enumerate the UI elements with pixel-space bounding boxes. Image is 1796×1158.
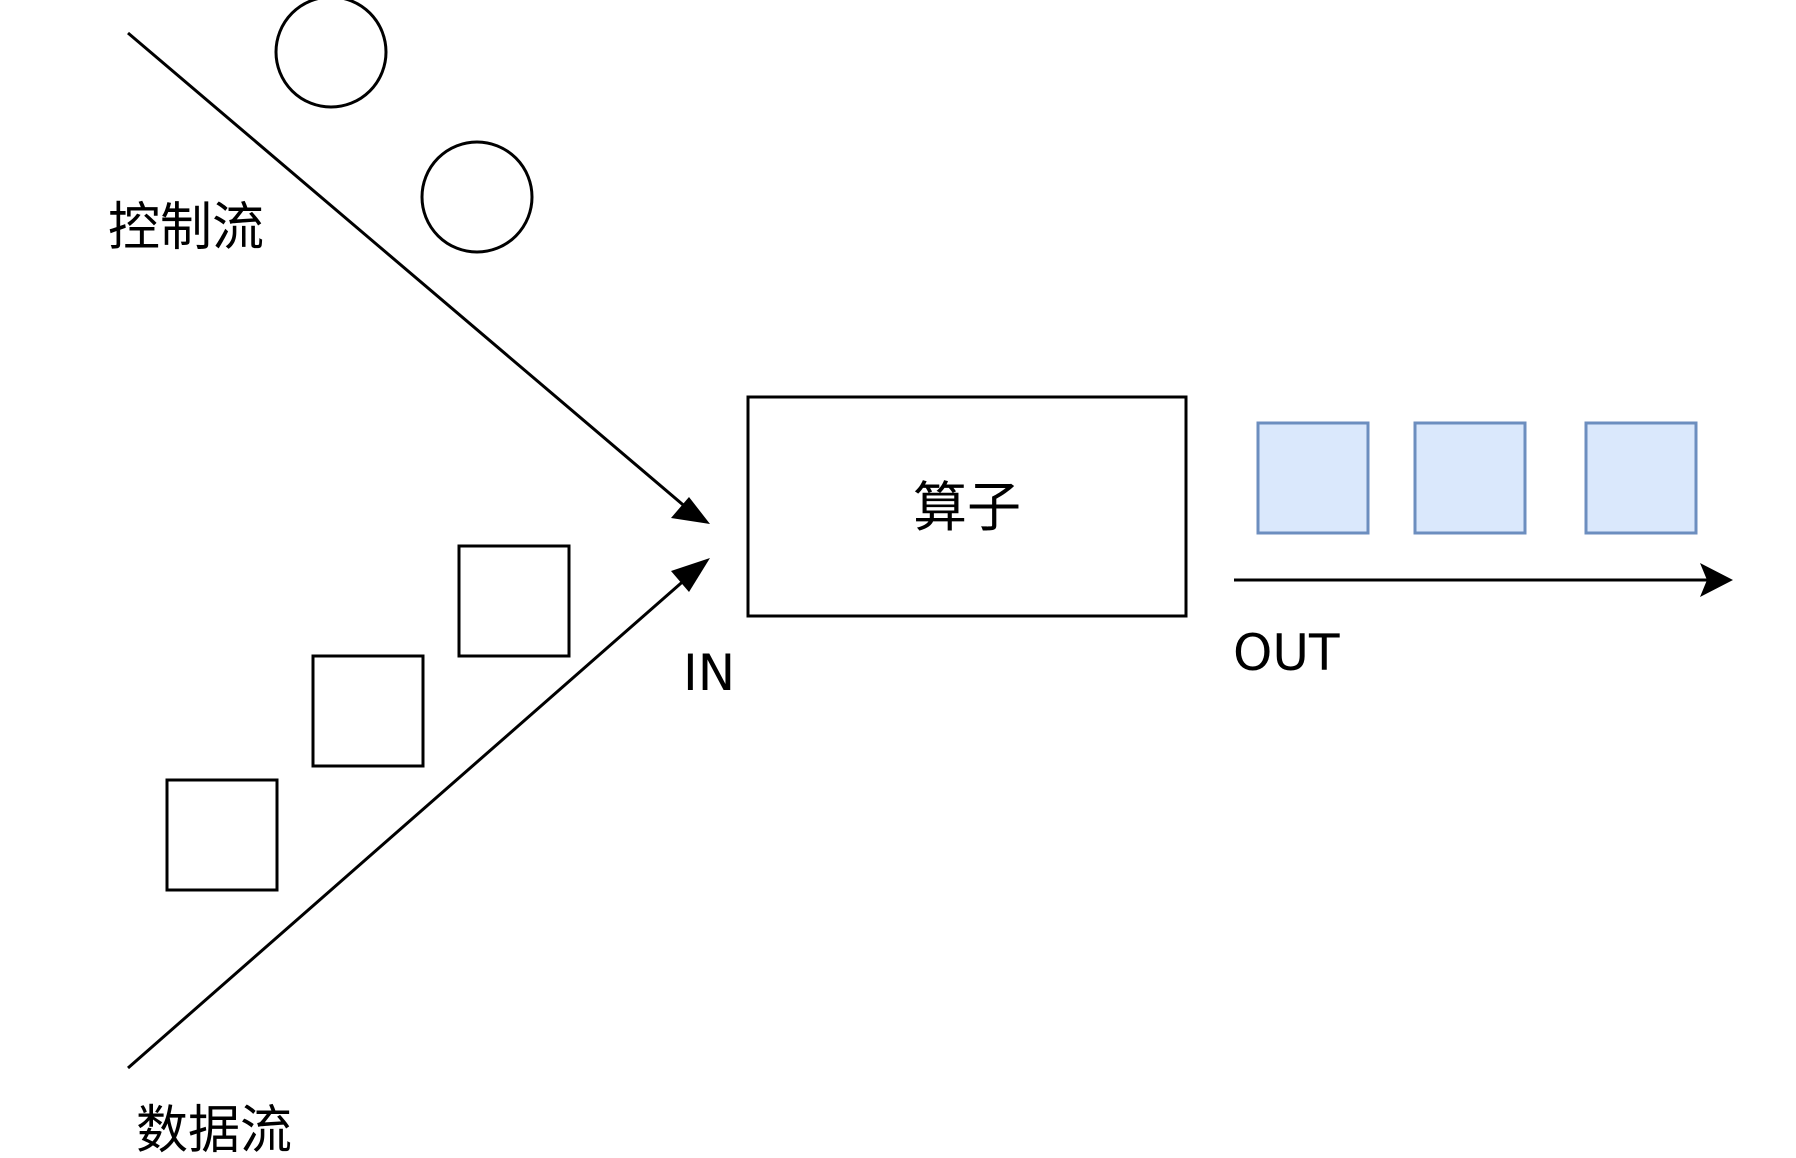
operator-label: 算子 [913,476,1021,539]
data-token-square [457,544,571,658]
output-label: OUT [1233,624,1340,682]
control-token-circle [274,0,388,109]
control-flow-label: 控制流 [108,198,264,258]
control-token-circle [420,140,534,254]
input-label: IN [683,644,735,702]
output-token-square [1256,421,1370,535]
data-token-square [165,778,279,892]
data-token-square [311,654,425,768]
output-token-square [1584,421,1698,535]
flow-diagram: 控制流 数据流 算子 IN OUT [108,0,1733,1158]
data-flow-label: 数据流 [136,1101,292,1158]
control-flow-line [127,31,696,517]
output-token-square [1413,421,1527,535]
